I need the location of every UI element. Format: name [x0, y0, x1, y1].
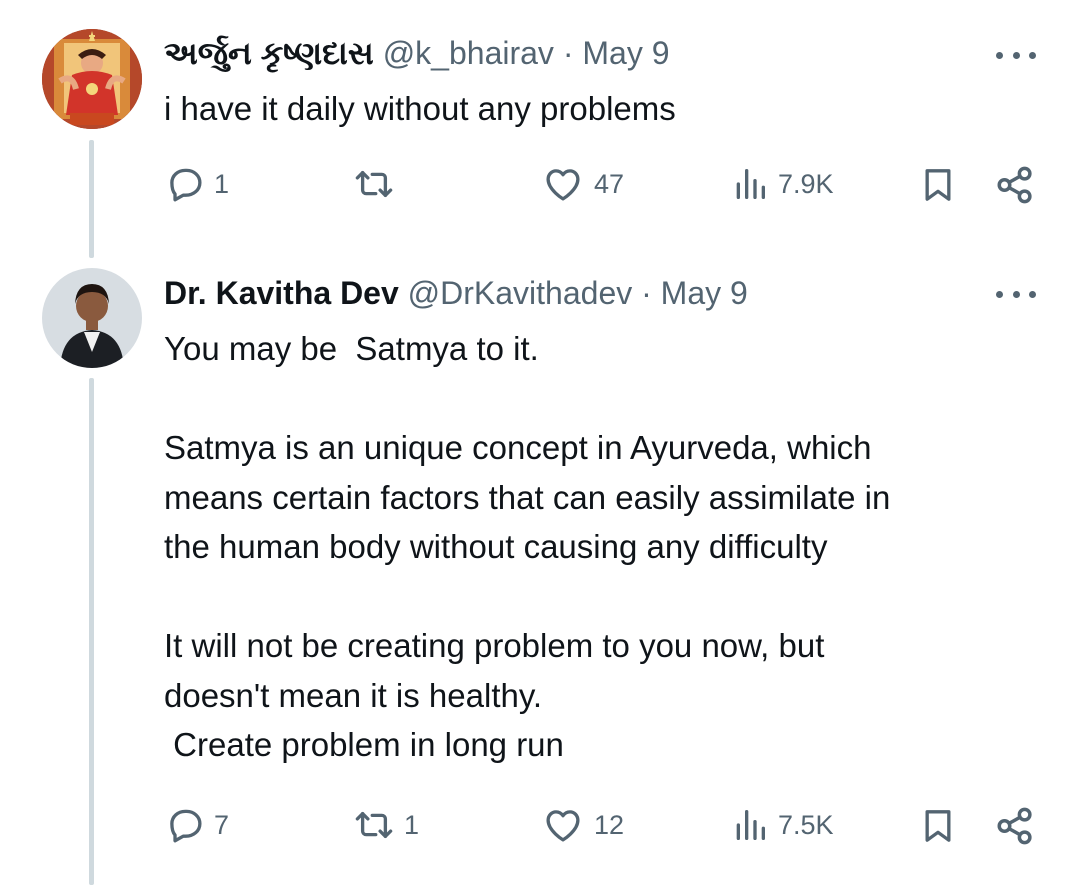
separator-dot: · [641, 275, 652, 311]
views-button[interactable]: 7.9K [730, 163, 834, 205]
more-icon[interactable] [996, 45, 1036, 65]
tweet-date[interactable]: May 9 [582, 35, 669, 71]
bookmark-icon [918, 804, 958, 848]
share-button[interactable] [994, 804, 1036, 848]
share-icon [994, 163, 1036, 207]
reply-count: 1 [214, 168, 230, 199]
reply-count: 7 [214, 809, 230, 840]
tweet-header: Dr. Kavitha Dev @DrKavithadev · May 9 [164, 273, 748, 313]
like-count: 47 [594, 168, 625, 199]
reply-button[interactable]: 1 [164, 163, 229, 205]
reply-icon [164, 163, 206, 205]
views-count: 7.9K [778, 168, 834, 199]
views-button[interactable]: 7.5K [730, 804, 834, 846]
separator-dot: · [562, 35, 574, 71]
reply-button[interactable]: 7 [164, 804, 229, 846]
views-icon [730, 163, 770, 205]
tweet-actions: 1 47 7.9K [0, 163, 1080, 213]
avatar[interactable] [42, 268, 142, 368]
share-icon [994, 804, 1036, 848]
share-button[interactable] [994, 163, 1036, 207]
like-button[interactable]: 12 [540, 804, 624, 846]
reply-icon [164, 804, 206, 846]
retweet-icon [352, 163, 396, 205]
tweet-actions: 7 1 12 7.5K [0, 804, 1080, 854]
bookmark-button[interactable] [918, 804, 958, 848]
avatar[interactable] [42, 29, 142, 129]
like-button[interactable]: 47 [540, 163, 624, 205]
like-icon [540, 163, 586, 205]
user-handle[interactable]: @k_bhairav [383, 35, 554, 71]
views-icon [730, 804, 770, 846]
tweet[interactable]: Dr. Kavitha Dev @DrKavithadev · May 9 Yo… [0, 260, 1080, 885]
bookmark-icon [918, 163, 958, 207]
display-name[interactable]: Dr. Kavitha Dev [164, 275, 399, 311]
tweet-header: અર્જુન કૃષ્ણદાસ @k_bhairav · May 9 [164, 33, 670, 73]
retweet-button[interactable] [352, 163, 404, 205]
more-icon[interactable] [996, 284, 1036, 304]
like-icon [540, 804, 586, 846]
tweet[interactable]: અર્જુન કૃષ્ણદાસ @k_bhairav · May 9 i hav… [0, 0, 1080, 260]
display-name[interactable]: અર્જુન કૃષ્ણદાસ [164, 35, 374, 71]
bookmark-button[interactable] [918, 163, 958, 207]
retweet-button[interactable]: 1 [352, 804, 419, 846]
tweet-text: You may be Satmya to it. Satmya is an un… [164, 330, 891, 763]
user-handle[interactable]: @DrKavithadev [408, 275, 633, 311]
like-count: 12 [594, 809, 625, 840]
retweet-icon [352, 804, 396, 846]
retweet-count: 1 [404, 809, 420, 840]
tweet-date[interactable]: May 9 [661, 275, 748, 311]
tweet-text: i have it daily without any problems [164, 90, 676, 127]
views-count: 7.5K [778, 809, 834, 840]
